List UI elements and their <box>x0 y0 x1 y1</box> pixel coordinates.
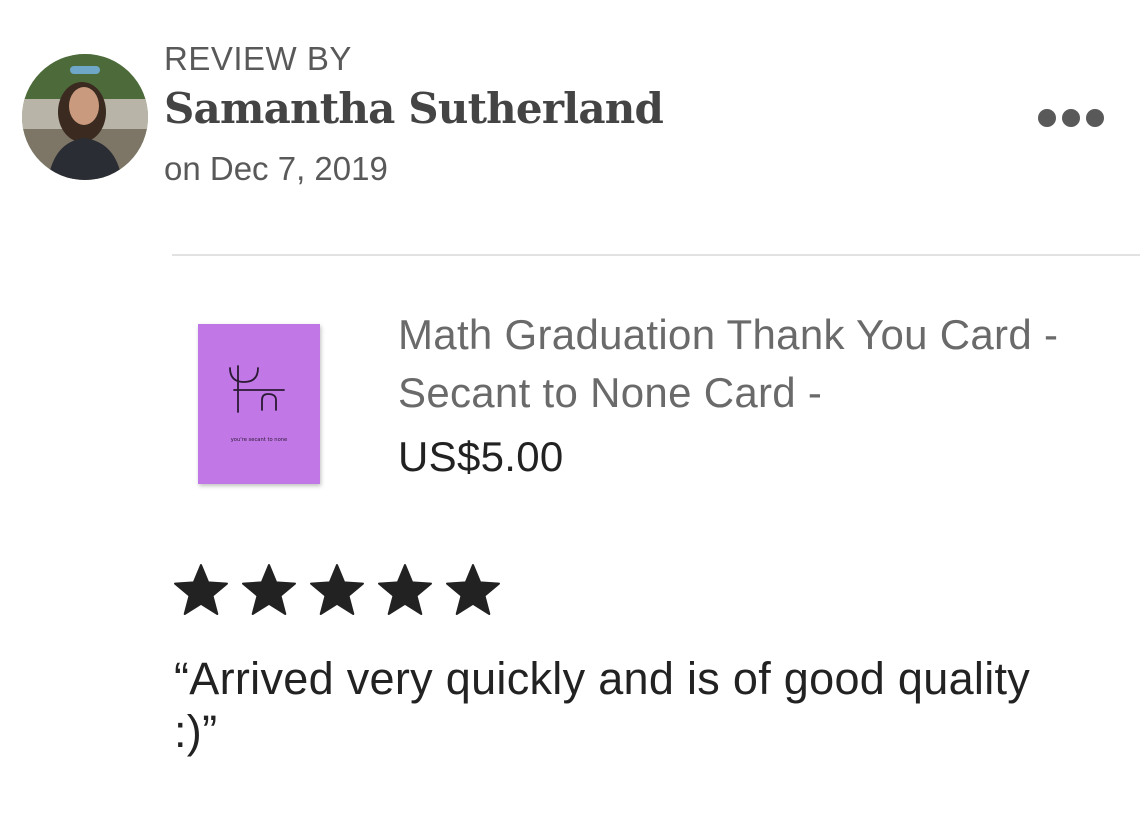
star-rating <box>172 562 512 620</box>
avatar-photo <box>22 54 148 180</box>
star-icon <box>240 562 298 620</box>
star-icon <box>376 562 434 620</box>
review-text: “Arrived very quickly and is of good qua… <box>174 653 1031 757</box>
star-icon <box>172 562 230 620</box>
reviewer-name[interactable]: Samantha Sutherland <box>164 84 664 133</box>
divider <box>172 254 1140 256</box>
more-horizontal-icon <box>1035 109 1107 127</box>
star-icon <box>444 562 502 620</box>
product-image[interactable]: you're secant to none <box>198 324 320 484</box>
star-icon <box>308 562 366 620</box>
product-title[interactable]: Math Graduation Thank You Card - Secant … <box>398 306 1088 422</box>
more-options-button[interactable] <box>1026 98 1116 138</box>
review-date: on Dec 7, 2019 <box>164 150 388 187</box>
product-price: US$5.00 <box>398 433 564 480</box>
review-by-label: REVIEW BY <box>164 40 352 77</box>
card-thumbnail: you're secant to none <box>198 324 320 484</box>
card-caption: you're secant to none <box>231 437 288 443</box>
reviewer-avatar[interactable] <box>22 54 148 180</box>
